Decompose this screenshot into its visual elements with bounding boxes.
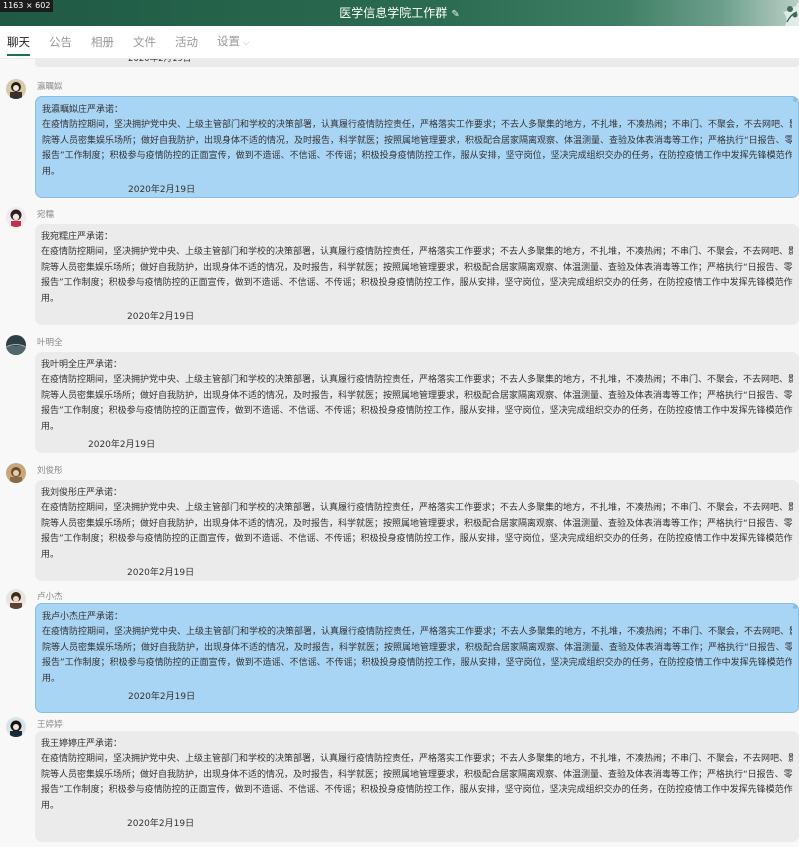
message-bubble[interactable]: 我卢小杰庄严承诺： 在疫情防控期间，坚决拥护党中央、上级主管部门和学校的决策部署… (35, 603, 799, 713)
avatar[interactable] (6, 589, 26, 609)
avatar[interactable] (6, 717, 26, 737)
message-greeting: 我叶明全庄严承诺： (41, 360, 123, 370)
message-line: 报告”工作制度；积极参与疫情防控的正面宣传，做到不造谣、不信谣、不传谣；积极投身… (41, 406, 793, 417)
bubble-corner-dot (793, 605, 797, 609)
message-line: 在疫情防控期间，坚决拥护党中央、上级主管部门和学校的决策部署，认真履行疫情防控责… (41, 375, 793, 386)
sender-name: 宛糯 (37, 210, 55, 220)
edit-icon[interactable]: ✎ (451, 6, 459, 24)
chevron-down-icon: ⌵ (243, 38, 250, 47)
previous-message-date: 2020年2月19日 (35, 59, 799, 67)
message-line: 用。 (42, 166, 61, 177)
tab-album[interactable]: 相册 (91, 26, 114, 59)
message-date: 2020年2月19日 (127, 568, 195, 579)
chat-message-list[interactable]: 2020年2月19日 瀛曞姒 我瀛曞姒庄严承诺： 在疫情防控期间，坚决拥护党中央… (0, 59, 799, 847)
message-greeting: 我刘俊彤庄严承诺： (41, 488, 123, 498)
message-line: 在疫情防控期间，坚决拥护党中央、上级主管部门和学校的决策部署，认真履行疫情防控责… (42, 627, 792, 638)
avatar[interactable] (6, 207, 26, 227)
message-line: 在疫情防控期间，坚决拥护党中央、上级主管部门和学校的决策部署，认真履行疫情防控责… (41, 754, 793, 765)
message-line: 用。 (41, 421, 60, 432)
message-date: 2020年2月19日 (127, 312, 195, 323)
avatar[interactable] (6, 463, 26, 483)
message-line: 报告”工作制度；积极参与疫情防控的正面宣传，做到不造谣、不信谣、不传谣；积极投身… (42, 658, 792, 669)
message-bubble[interactable]: 我瀛曞姒庄严承诺： 在疫情防控期间，坚决拥护党中央、上级主管部门和学校的决策部署… (35, 96, 799, 198)
message-line: 院等人员密集娱乐场所；做好自我防护，出现身体不适的情况，及时报告，科学就医；按照… (42, 642, 792, 653)
tab-announcements[interactable]: 公告 (49, 26, 72, 59)
message-date: 2020年2月19日 (88, 440, 156, 451)
tree-decoration-icon (783, 0, 799, 26)
group-title-text: 医学信息学院工作群 (339, 6, 448, 20)
sender-name: 瀛曞姒 (37, 82, 63, 92)
message-line: 报告”工作制度；积极参与疫情防控的正面宣传，做到不造谣、不信谣、不传谣；积极投身… (42, 151, 792, 162)
avatar[interactable] (6, 79, 26, 99)
message-line: 院等人员密集娱乐场所；做好自我防护，出现身体不适的情况，及时报告，科学就医；按照… (42, 135, 792, 146)
message-greeting: 我王婷婷庄严承诺： (41, 739, 123, 749)
tab-settings-label: 设置 (217, 34, 240, 48)
message-date: 2020年2月19日 (128, 692, 196, 703)
message-line: 用。 (41, 293, 60, 304)
message-line: 院等人员密集娱乐场所；做好自我防护，出现身体不适的情况，及时报告，科学就医；按照… (41, 769, 793, 780)
message-date: 2020年2月19日 (127, 819, 195, 830)
message-date: 2020年2月19日 (128, 185, 196, 196)
tab-chat[interactable]: 聊天 (7, 26, 30, 59)
message-line: 用。 (42, 673, 61, 684)
message-line: 报告”工作制度；积极参与疫情防控的正面宣传，做到不造谣、不信谣、不传谣；积极投身… (41, 278, 793, 289)
message-line: 在疫情防控期间，坚决拥护党中央、上级主管部门和学校的决策部署，认真履行疫情防控责… (41, 247, 793, 258)
message-line: 用。 (41, 800, 60, 811)
message-line: 在疫情防控期间，坚决拥护党中央、上级主管部门和学校的决策部署，认真履行疫情防控责… (41, 503, 793, 514)
tab-activities[interactable]: 活动 (175, 26, 198, 59)
message-bubble[interactable]: 我刘俊彤庄严承诺： 在疫情防控期间，坚决拥护党中央、上级主管部门和学校的决策部署… (35, 480, 799, 581)
message-greeting: 我卢小杰庄严承诺： (42, 612, 124, 622)
message-line: 报告”工作制度；积极参与疫情防控的正面宣传，做到不造谣、不信谣、不传谣；积极投身… (41, 785, 793, 796)
group-tabs: 聊天 公告 相册 文件 活动 设置 ⌵ (0, 26, 799, 59)
avatar[interactable] (6, 335, 26, 355)
message-bubble[interactable]: 我宛糯庄严承诺： 在疫情防控期间，坚决拥护党中央、上级主管部门和学校的决策部署，… (35, 224, 799, 325)
sender-name: 王婷婷 (37, 720, 63, 730)
message-line: 报告”工作制度；积极参与疫情防控的正面宣传，做到不造谣、不信谣、不传谣；积极投身… (41, 534, 793, 545)
message-line: 在疫情防控期间，坚决拥护党中央、上级主管部门和学校的决策部署，认真履行疫情防控责… (42, 120, 792, 131)
message-line: 院等人员密集娱乐场所；做好自我防护，出现身体不适的情况，及时报告，科学就医；按照… (41, 518, 793, 529)
group-header: 1163 × 602 医学信息学院工作群 ✎ (0, 0, 799, 26)
message-bubble[interactable]: 我王婷婷庄严承诺： 在疫情防控期间，坚决拥护党中央、上级主管部门和学校的决策部署… (35, 731, 799, 842)
group-title: 医学信息学院工作群 ✎ (0, 4, 799, 24)
bubble-corner-dot (793, 98, 797, 102)
message-line: 用。 (41, 549, 60, 560)
message-greeting: 我瀛曞姒庄严承诺： (42, 105, 124, 115)
message-line: 院等人员密集娱乐场所；做好自我防护，出现身体不适的情况，及时报告，科学就医；按照… (41, 390, 793, 401)
message-bubble[interactable]: 我叶明全庄严承诺： 在疫情防控期间，坚决拥护党中央、上级主管部门和学校的决策部署… (35, 352, 799, 453)
tab-settings[interactable]: 设置 ⌵ (217, 25, 249, 59)
message-greeting: 我宛糯庄严承诺： (41, 232, 114, 242)
message-line: 院等人员密集娱乐场所；做好自我防护，出现身体不适的情况，及时报告，科学就医；按照… (41, 262, 793, 273)
sender-name: 叶明全 (37, 338, 63, 348)
tab-files[interactable]: 文件 (133, 26, 156, 59)
sender-name: 刘俊彤 (37, 466, 63, 476)
sender-name: 卢小杰 (37, 592, 63, 602)
